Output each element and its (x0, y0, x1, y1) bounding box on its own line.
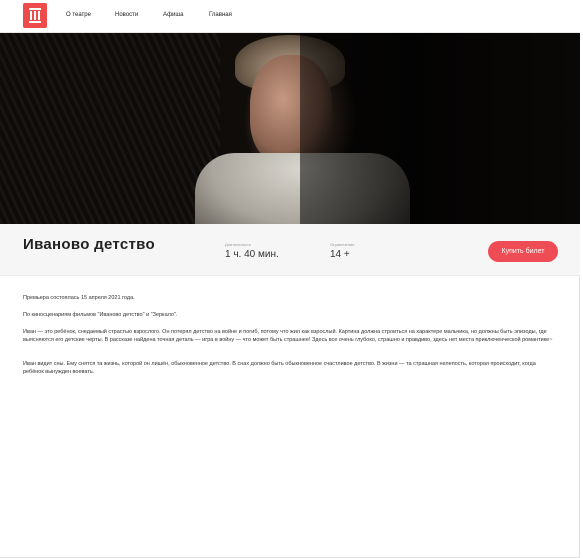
performance-title: Иваново детство (23, 236, 155, 253)
age-restriction-value: 14 + (330, 249, 350, 260)
age-restriction-label: Ограничение (330, 242, 355, 247)
nav-main[interactable]: Главная (209, 12, 232, 18)
nav-about-theatre[interactable]: О театре (66, 12, 91, 18)
duration-value: 1 ч. 40 мин. (225, 249, 279, 260)
buy-ticket-button[interactable]: Купить билет (488, 241, 558, 262)
premiere-text: Премьера состоялась 15 апреля 2021 года. (23, 295, 135, 301)
hero-image (0, 33, 580, 224)
nav-news[interactable]: Новости (115, 12, 138, 18)
theatre-logo-icon[interactable] (23, 3, 47, 28)
nav-poster[interactable]: Афиша (163, 12, 184, 18)
description-paragraph: Иван видит сны. Ему снятся та жизнь, кот… (23, 361, 536, 375)
performance-description: Премьера состоялась 15 апреля 2021 года.… (23, 294, 558, 384)
performance-info-bar: Иваново детство Длительность 1 ч. 40 мин… (0, 224, 580, 276)
site-header: О театре Новости Афиша Главная (0, 0, 580, 33)
duration-label: Длительность (225, 242, 251, 247)
basis-text: По киносценариям фильмов "Иваново детств… (23, 312, 178, 318)
description-paragraph: Иван — это ребёнок, снедаемый страстью в… (23, 329, 553, 343)
